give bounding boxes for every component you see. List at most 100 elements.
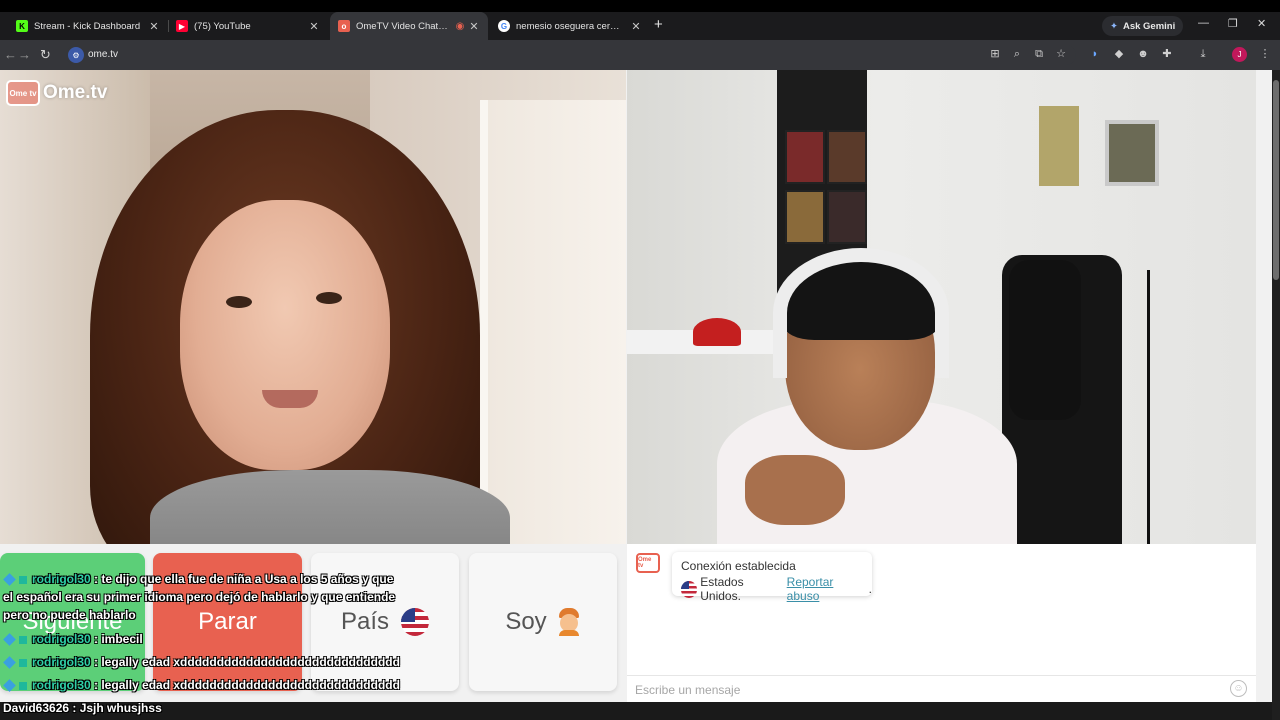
self-video bbox=[627, 70, 1256, 544]
door-image bbox=[480, 100, 626, 544]
extension-face-icon[interactable]: ☻ bbox=[1136, 47, 1150, 61]
chat-input-area bbox=[627, 675, 1256, 702]
us-flag-icon bbox=[401, 608, 430, 636]
ask-gemini-label: Ask Gemini bbox=[1122, 20, 1176, 32]
eye-image bbox=[316, 292, 342, 304]
tab-ometv[interactable]: o OmeTV Video Chat — Ome ◉ ✕ bbox=[330, 12, 488, 40]
gemini-sparkle-icon: ✦ bbox=[1110, 20, 1118, 32]
minimize-icon[interactable]: — bbox=[1198, 17, 1209, 29]
overlay-username: rodrigol30 bbox=[32, 655, 91, 669]
overlay-username: rodrigol30 bbox=[32, 632, 91, 646]
overlay-message: rodrigol30 : te dijo que ella fue de niñ… bbox=[3, 570, 403, 624]
tab-label: (75) YouTube bbox=[194, 20, 251, 32]
extension-diamond-icon[interactable]: ◆ bbox=[1112, 47, 1126, 61]
badge-icon bbox=[3, 573, 16, 587]
overlay-username: David63626 bbox=[3, 701, 70, 715]
zoom-icon[interactable]: ⌕ bbox=[1010, 47, 1024, 61]
kick-icon: K bbox=[16, 20, 28, 32]
close-tab-icon[interactable]: ✕ bbox=[630, 20, 642, 33]
profile-avatar[interactable]: J bbox=[1232, 47, 1247, 62]
window-top-edge bbox=[0, 0, 1280, 12]
downloads-icon[interactable]: ⤓ bbox=[1196, 47, 1210, 61]
omnibox[interactable] bbox=[66, 45, 1076, 65]
overlay-username: rodrigol30 bbox=[32, 678, 91, 692]
extensions-puzzle-icon[interactable]: ✚ bbox=[1160, 47, 1174, 61]
tab-label: nemesio oseguera cervantes - bbox=[516, 20, 624, 32]
us-flag-icon bbox=[681, 580, 698, 598]
forward-icon[interactable]: → bbox=[18, 47, 31, 62]
bottom-strip bbox=[0, 702, 1272, 720]
person-face-image bbox=[180, 200, 390, 470]
close-window-icon[interactable]: ✕ bbox=[1257, 17, 1266, 30]
gender-label: Soy bbox=[505, 608, 547, 635]
headset-image bbox=[773, 248, 949, 378]
badge-icon bbox=[19, 575, 27, 584]
eye-image bbox=[226, 296, 252, 308]
site-info-icon[interactable]: ⚙ bbox=[68, 47, 84, 63]
message-input[interactable] bbox=[635, 681, 1215, 699]
emoji-picker-icon[interactable]: ☺ bbox=[1230, 680, 1247, 697]
tab-kick-dashboard[interactable]: K Stream - Kick Dashboard ✕ bbox=[8, 14, 168, 38]
overlay-message: rodrigol30 : imbecil bbox=[3, 630, 143, 648]
close-tab-icon[interactable]: ✕ bbox=[308, 20, 320, 33]
badge-icon bbox=[19, 658, 27, 667]
overlay-message: rodrigol30 : legally edad xddddddddddddd… bbox=[3, 653, 400, 671]
ometv-logo-icon: Ome tv bbox=[6, 80, 40, 106]
partner-country-line: Estados Unidos. Reportar abuso. bbox=[681, 575, 872, 603]
badge-icon bbox=[19, 681, 27, 690]
cast-icon[interactable]: ⧉ bbox=[1032, 47, 1046, 61]
extension-audio-icon[interactable]: ◗ bbox=[1088, 47, 1102, 61]
wall-picture-image bbox=[1039, 106, 1079, 186]
overlay-message: David63626 : Jsjh whusjhss bbox=[3, 699, 162, 717]
backpack-image bbox=[1009, 260, 1081, 420]
badge-icon bbox=[3, 679, 16, 693]
overlay-username: rodrigol30 bbox=[32, 572, 91, 586]
poster-image bbox=[785, 130, 825, 184]
ask-gemini-button[interactable]: ✦ Ask Gemini bbox=[1102, 16, 1184, 36]
translate-icon[interactable]: ⊞ bbox=[988, 47, 1002, 61]
gender-button[interactable]: Soy bbox=[469, 553, 617, 691]
ometv-logo-text: Ome.tv bbox=[43, 82, 108, 103]
back-icon[interactable]: ← bbox=[4, 47, 17, 62]
tab-label: OmeTV Video Chat — Ome bbox=[356, 20, 448, 32]
new-tab-button[interactable]: + bbox=[654, 16, 663, 33]
tab-youtube[interactable]: ▶ (75) YouTube ✕ bbox=[168, 14, 328, 38]
report-abuse-link[interactable]: Reportar abuso bbox=[787, 575, 866, 603]
tab-google-search[interactable]: G nemesio oseguera cervantes - ✕ bbox=[490, 14, 650, 38]
tripod-image bbox=[1147, 270, 1150, 544]
bookmark-star-icon[interactable]: ☆ bbox=[1054, 47, 1068, 61]
partner-country: Estados Unidos. bbox=[700, 575, 744, 603]
ometv-logo: Ome tv Ome.tv bbox=[6, 80, 107, 106]
url-text[interactable]: ome.tv bbox=[88, 49, 118, 60]
red-cap-image bbox=[693, 318, 741, 346]
tab-strip: K Stream - Kick Dashboard ✕ ▶ (75) YouTu… bbox=[0, 0, 1280, 40]
recording-indicator-icon: ◉ bbox=[455, 20, 465, 32]
connection-status: Conexión establecida bbox=[681, 559, 796, 573]
overlay-text: : legally edad xdddddddddddddddddddddddd… bbox=[90, 678, 400, 692]
overlay-text: : imbecil bbox=[90, 632, 143, 646]
reload-icon[interactable]: ↻ bbox=[40, 47, 51, 63]
menu-kebab-icon[interactable]: ⋮ bbox=[1258, 47, 1272, 61]
ometv-icon: o bbox=[338, 20, 350, 32]
poster-image bbox=[785, 190, 825, 244]
badge-icon bbox=[3, 633, 16, 647]
ometv-chat-avatar-icon: Ome tv bbox=[636, 553, 660, 573]
person-shirt-image bbox=[150, 470, 510, 544]
overlay-text: : Jsjh whusjhss bbox=[69, 701, 162, 715]
overlay-message: rodrigol30 : legally edad xddddddddddddd… bbox=[3, 676, 400, 694]
restore-icon[interactable]: ❐ bbox=[1228, 17, 1238, 30]
overlay-text: : legally edad xdddddddddddddddddddddddd… bbox=[90, 655, 400, 669]
streamer-hands-image bbox=[745, 455, 845, 525]
youtube-icon: ▶ bbox=[176, 20, 188, 32]
google-icon: G bbox=[498, 20, 510, 32]
badge-icon bbox=[19, 635, 27, 644]
poster-image bbox=[827, 130, 867, 184]
close-tab-icon[interactable]: ✕ bbox=[468, 20, 480, 33]
system-message: Conexión establecida Estados Unidos. Rep… bbox=[672, 552, 872, 603]
boy-emoji-icon bbox=[557, 608, 581, 636]
page-scrollbar-thumb[interactable] bbox=[1273, 80, 1279, 280]
badge-icon bbox=[3, 656, 16, 670]
close-tab-icon[interactable]: ✕ bbox=[148, 20, 160, 33]
tab-label: Stream - Kick Dashboard bbox=[34, 20, 141, 32]
poster-image bbox=[827, 190, 867, 244]
